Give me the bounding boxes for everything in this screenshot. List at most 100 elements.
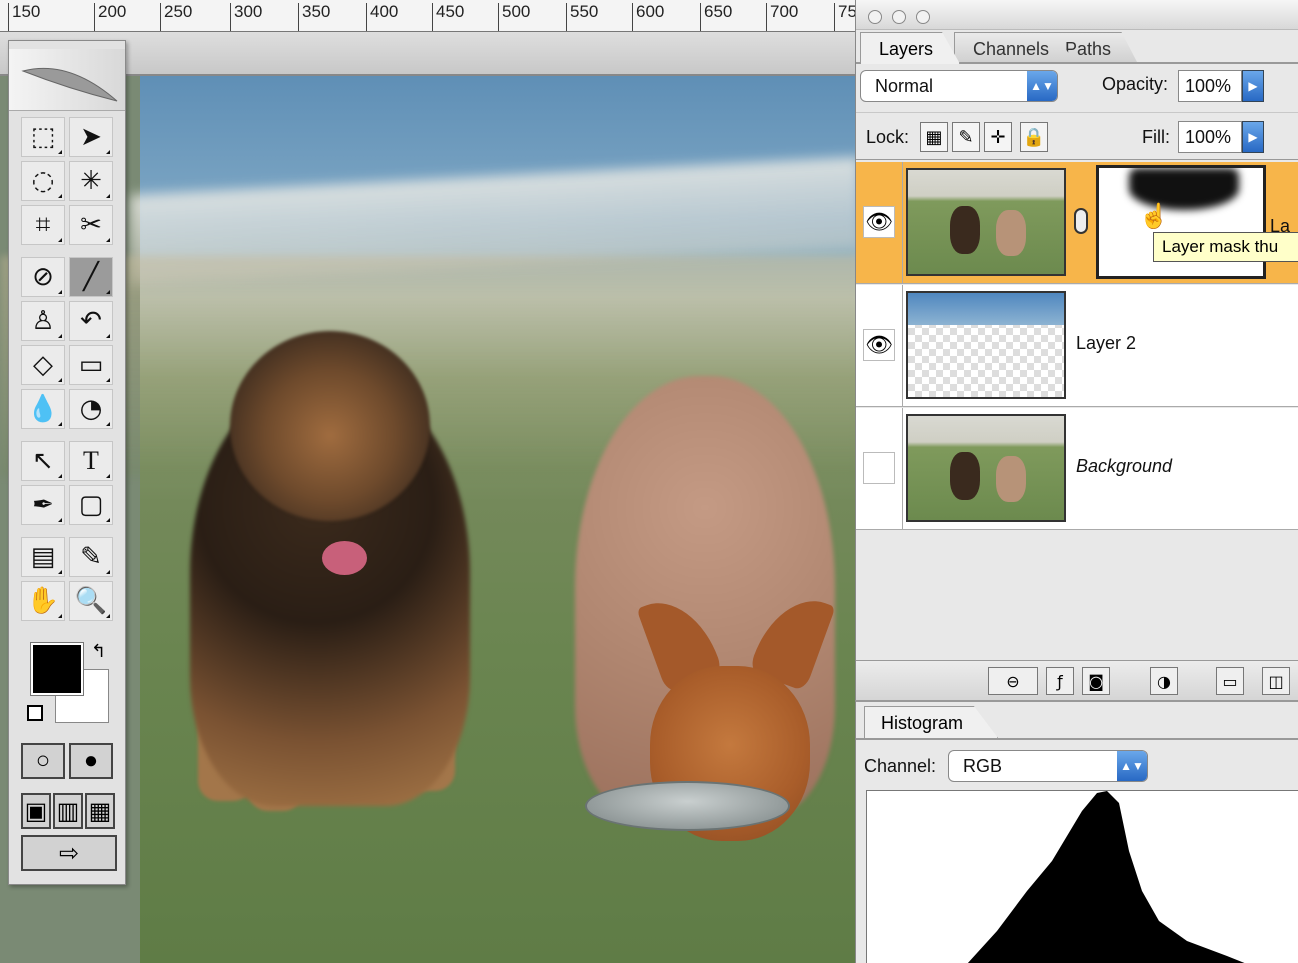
divider <box>902 408 903 530</box>
ruler-label: 450 <box>432 3 464 31</box>
screen-mode-full-icon[interactable]: ▦ <box>85 793 115 829</box>
layer-thumbnail[interactable] <box>906 168 1066 276</box>
tab-histogram[interactable]: Histogram <box>864 706 999 738</box>
foreground-color-swatch[interactable] <box>31 643 83 695</box>
layer-thumbnail[interactable] <box>906 414 1066 522</box>
layer-row-background[interactable]: Background <box>856 408 1298 530</box>
minimize-icon[interactable] <box>892 10 906 24</box>
clone-stamp-tool-icon[interactable]: ♙ <box>21 301 65 341</box>
lasso-tool-icon[interactable]: ◌ <box>21 161 65 201</box>
histogram-graph <box>866 790 1298 963</box>
thumbnail-dog <box>950 206 980 254</box>
layer-row-selected[interactable]: 👁 ☝ La <box>856 162 1298 284</box>
shape-tool-icon[interactable]: ▢ <box>69 485 113 525</box>
link-layers-icon[interactable]: ⊖ <box>988 667 1038 695</box>
water-bowl <box>585 781 790 831</box>
ruler-label: 700 <box>766 3 798 31</box>
tab-layers[interactable]: Layers <box>860 32 961 64</box>
slice-tool-icon[interactable]: ✂ <box>69 205 113 245</box>
new-group-icon[interactable]: ▭ <box>1216 667 1244 695</box>
zoom-tool-icon[interactable]: 🔍 <box>69 581 113 621</box>
layer-row[interactable]: 👁 Layer 2 <box>856 285 1298 407</box>
brush-tool-icon[interactable]: ╱ <box>69 257 113 297</box>
palette-title-bar[interactable] <box>856 0 1298 30</box>
path-selection-tool-icon[interactable]: ↖ <box>21 441 65 481</box>
blend-row: Normal ▲▼ Opacity: 100% ▶ <box>856 64 1298 110</box>
opacity-slider-arrow-icon[interactable]: ▶ <box>1242 70 1264 102</box>
crop-tool-icon[interactable]: ⌗ <box>21 205 65 245</box>
feather-logo-icon[interactable] <box>9 49 125 111</box>
layer-mask-tooltip: Layer mask thu <box>1153 232 1298 262</box>
magic-wand-tool-icon[interactable]: ✳ <box>69 161 113 201</box>
channel-select[interactable]: RGB ▲▼ <box>948 750 1148 782</box>
screen-mode-menubar-icon[interactable]: ▥ <box>53 793 83 829</box>
pen-tool-icon[interactable]: ✒ <box>21 485 65 525</box>
marquee-tool-icon[interactable]: ⬚ <box>21 117 65 157</box>
eyedropper-tool-icon[interactable]: ✎ <box>69 537 113 577</box>
zoom-icon[interactable] <box>916 10 930 24</box>
fill-label: Fill: <box>1142 127 1170 147</box>
layer-thumbnail[interactable] <box>906 291 1066 399</box>
move-tool-icon[interactable]: ➤ <box>69 117 113 157</box>
image-canvas[interactable] <box>0 76 860 963</box>
gradient-tool-icon[interactable]: ▭ <box>69 345 113 385</box>
history-brush-tool-icon[interactable]: ↶ <box>69 301 113 341</box>
ruler-label: 400 <box>366 3 398 31</box>
horizontal-ruler[interactable]: 150 200 250 300 350 400 450 500 550 600 … <box>0 0 860 32</box>
thumbnail-sky <box>908 293 1064 325</box>
layer-name: Background <box>1076 456 1173 476</box>
ruler-label: 300 <box>230 3 262 31</box>
eraser-tool-icon[interactable]: ◇ <box>21 345 65 385</box>
opacity-label: Opacity: <box>1102 74 1169 94</box>
dodge-tool-icon[interactable]: ◔ <box>69 389 113 429</box>
layer-name: Layer 2 <box>1076 333 1137 353</box>
thumbnail-dog <box>950 452 980 500</box>
lock-image-icon[interactable]: ✎ <box>952 122 980 152</box>
swap-colors-icon[interactable]: ↰ <box>91 641 106 662</box>
ruler-label: 200 <box>94 3 126 31</box>
eye-icon[interactable]: 👁 <box>863 329 895 361</box>
ruler-label: 500 <box>498 3 530 31</box>
fill-slider-arrow-icon[interactable]: ▶ <box>1242 121 1264 153</box>
hand-cursor-icon: ☝ <box>1139 203 1169 230</box>
divider <box>902 285 903 407</box>
ruler-label: 75 <box>834 3 857 31</box>
lock-row: Lock: ▦ ✎ ✛ 🔒 Fill: 100% ▶ <box>856 112 1298 160</box>
link-icon[interactable] <box>1074 208 1088 234</box>
ruler-label: 350 <box>298 3 330 31</box>
thumbnail-dog <box>996 456 1026 502</box>
ruler-label: 600 <box>632 3 664 31</box>
ruler-label: 650 <box>700 3 732 31</box>
thumbnail-image <box>908 416 1064 520</box>
hand-tool-icon[interactable]: ✋ <box>21 581 65 621</box>
type-tool-icon[interactable]: T <box>69 441 113 481</box>
new-layer-icon[interactable]: ◫ <box>1262 667 1290 695</box>
default-colors-icon[interactable] <box>27 705 43 721</box>
layer-style-icon[interactable]: ƒ <box>1046 667 1074 695</box>
lock-all-icon[interactable]: 🔒 <box>1020 122 1048 152</box>
palette-bottom-bar: ⊖ ƒ ◙ ◑ ▭ ◫ <box>856 660 1298 700</box>
blend-mode-select[interactable]: Normal ▲▼ <box>860 70 1058 102</box>
jump-to-imageready-icon[interactable]: ⇨ <box>21 835 117 871</box>
opacity-input[interactable]: 100% <box>1178 70 1242 102</box>
healing-brush-tool-icon[interactable]: ⊘ <box>21 257 65 297</box>
lock-transparency-icon[interactable]: ▦ <box>920 122 948 152</box>
screen-mode-standard-icon[interactable]: ▣ <box>21 793 51 829</box>
lock-position-icon[interactable]: ✛ <box>984 122 1012 152</box>
histogram-shape <box>967 791 1245 963</box>
eye-icon[interactable]: 👁 <box>863 206 895 238</box>
thumbnail-image <box>908 170 1064 274</box>
standard-mode-icon[interactable]: ○ <box>21 743 65 779</box>
ruler-label: 150 <box>8 3 40 31</box>
add-mask-icon[interactable]: ◙ <box>1082 667 1110 695</box>
blur-tool-icon[interactable]: 💧 <box>21 389 65 429</box>
quick-mask-mode-icon[interactable]: ● <box>69 743 113 779</box>
close-icon[interactable] <box>868 10 882 24</box>
fill-input[interactable]: 100% <box>1178 121 1242 153</box>
notes-tool-icon[interactable]: ▤ <box>21 537 65 577</box>
adjustment-layer-icon[interactable]: ◑ <box>1150 667 1178 695</box>
visibility-toggle[interactable] <box>863 452 895 484</box>
lock-label: Lock: <box>866 127 910 147</box>
ruler-label: 250 <box>160 3 192 31</box>
document-title-bar[interactable] <box>0 32 860 76</box>
